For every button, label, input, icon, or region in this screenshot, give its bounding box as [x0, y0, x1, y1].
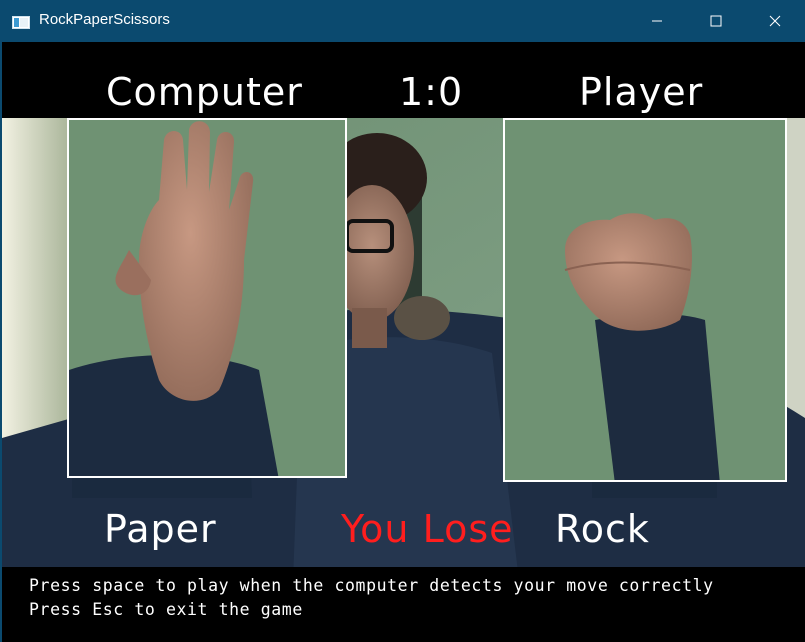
close-button[interactable] [746, 1, 804, 41]
score-display: 1:0 [399, 70, 464, 114]
app-window-icon [12, 14, 30, 29]
title-bar[interactable]: RockPaperScissors [1, 1, 805, 41]
instruction-exit: Press Esc to exit the game [29, 600, 303, 619]
minimize-button[interactable] [628, 1, 686, 41]
player-move-frame [503, 118, 787, 482]
instructions-bar: Press space to play when the computer de… [2, 567, 805, 642]
computer-label: Computer [106, 70, 303, 114]
fist-hand-image [505, 120, 785, 480]
instruction-play: Press space to play when the computer de… [29, 576, 714, 595]
computer-move-label: Paper [104, 507, 217, 551]
minimize-icon [651, 15, 663, 27]
round-result-label: You Lose [341, 507, 514, 551]
player-label: Player [579, 70, 704, 114]
game-canvas: Computer 1:0 Player Paper You Lose Rock … [2, 42, 805, 642]
window-title: RockPaperScissors [39, 11, 170, 28]
close-icon [769, 15, 781, 27]
open-palm-hand-image [69, 120, 345, 476]
maximize-button[interactable] [687, 1, 745, 41]
computer-move-frame [67, 118, 347, 478]
maximize-icon [710, 15, 722, 27]
player-move-label: Rock [555, 507, 650, 551]
app-window: RockPaperScissors Computer 1:0 Player Pa… [0, 0, 805, 642]
